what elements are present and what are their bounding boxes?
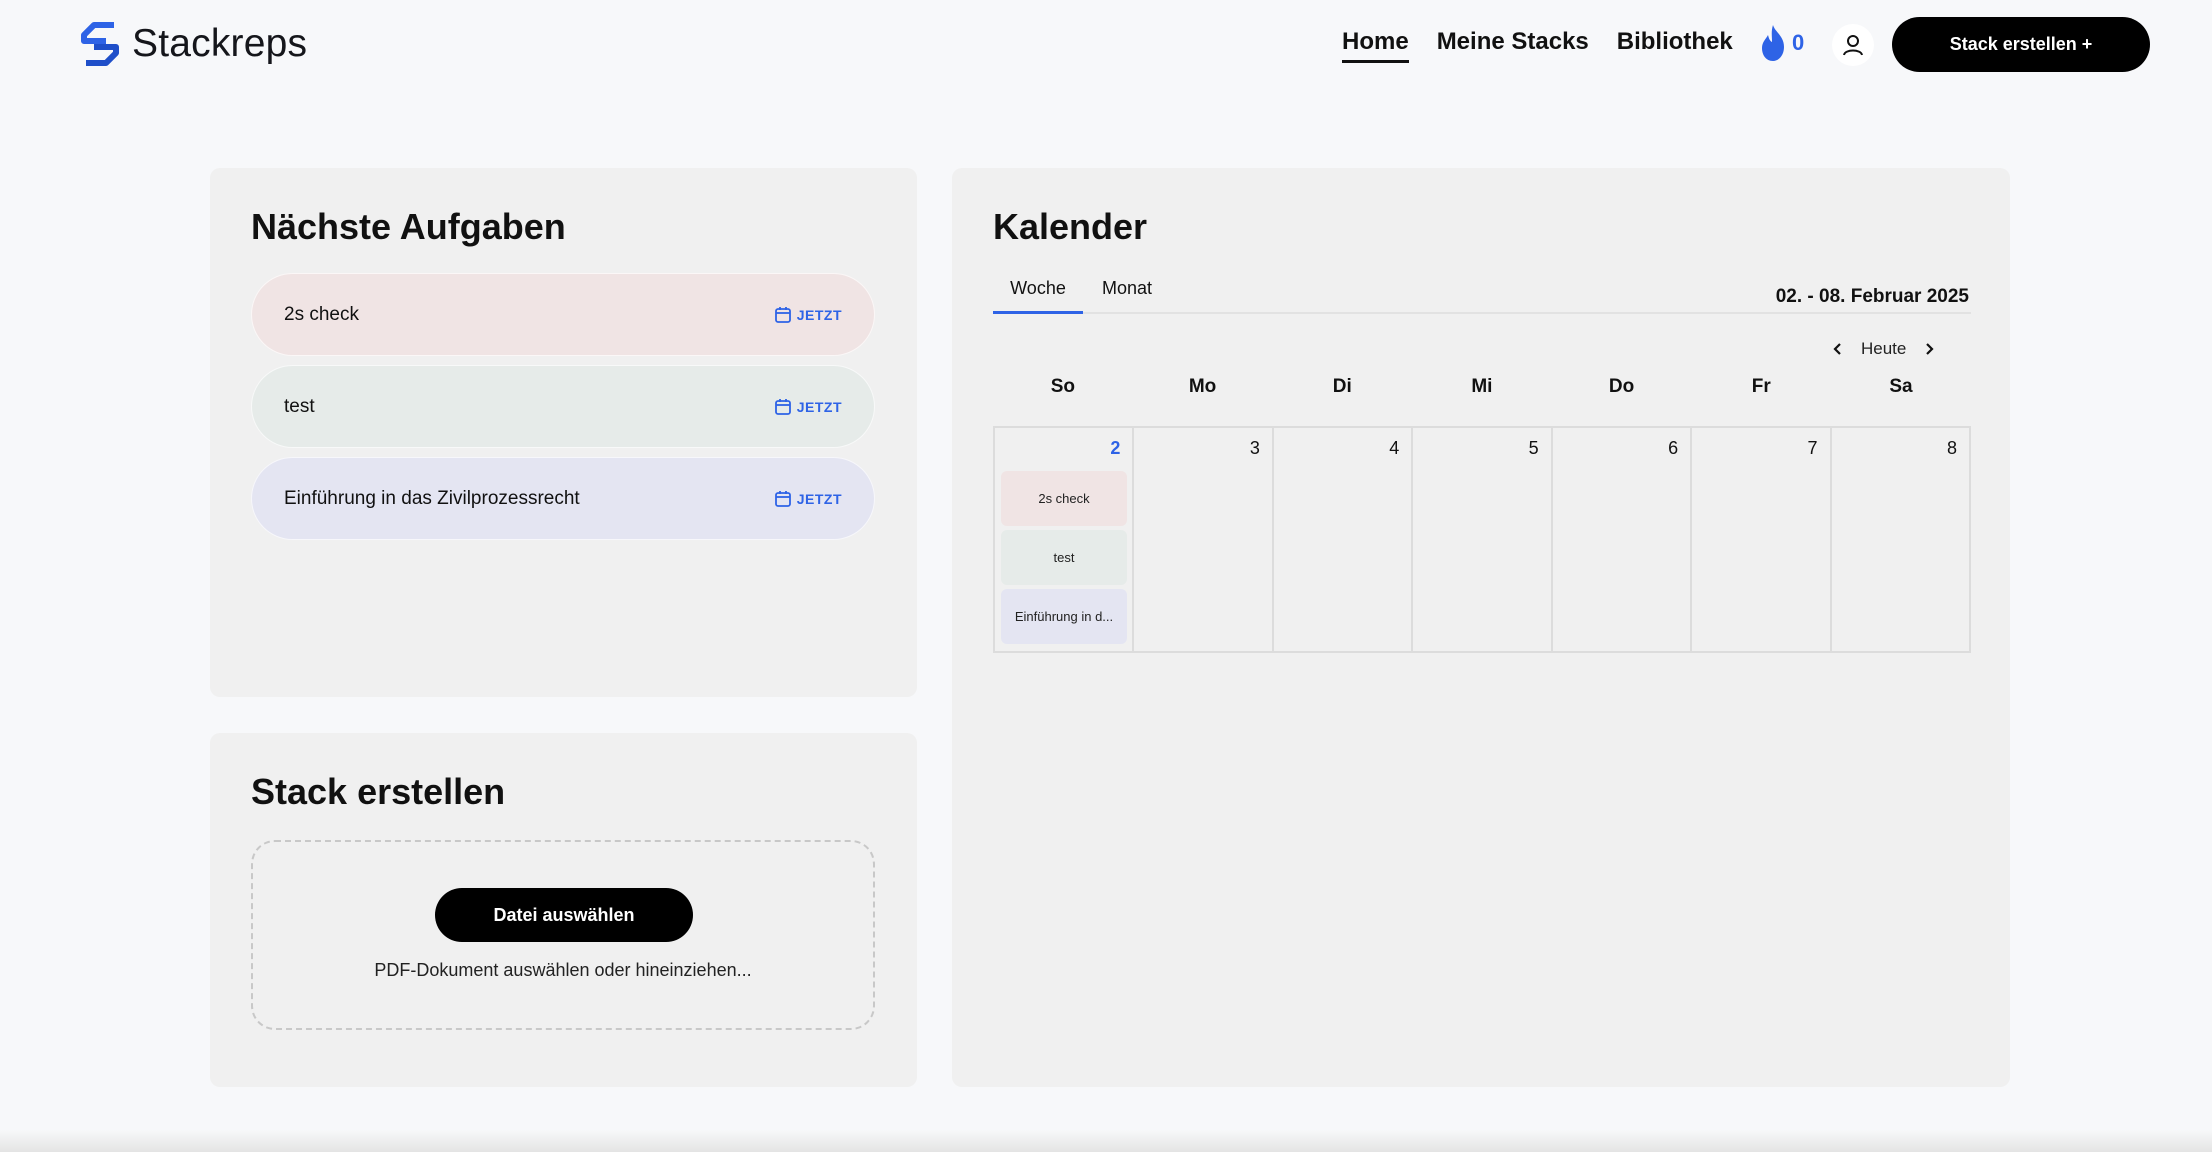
calendar-icon: [774, 398, 791, 415]
day-cell[interactable]: 5: [1413, 428, 1553, 651]
day-cell[interactable]: 4: [1274, 428, 1414, 651]
pdf-dropzone[interactable]: Datei auswählen PDF-Dokument auswählen o…: [251, 840, 875, 1030]
create-stack-card: Stack erstellen Datei auswählen PDF-Doku…: [210, 733, 917, 1087]
create-stack-title: Stack erstellen: [251, 771, 506, 812]
brand-name: Stackreps: [132, 22, 308, 65]
calendar-event[interactable]: test: [1001, 530, 1127, 585]
weekday-label: Di: [1332, 376, 1352, 397]
nav-link-meine-stacks[interactable]: Meine Stacks: [1437, 28, 1589, 63]
nav-link-home[interactable]: Home: [1342, 28, 1409, 63]
user-profile-button[interactable]: [1832, 24, 1874, 66]
task-item[interactable]: 2s check JETZT: [251, 273, 875, 356]
calendar-title: Kalender: [993, 206, 1148, 247]
task-item[interactable]: test JETZT: [251, 365, 875, 448]
day-number: 2: [1110, 438, 1121, 458]
today-button[interactable]: Heute: [1861, 339, 1906, 359]
weekday-header: So Mo Di Mi Do Fr Sa: [993, 376, 1971, 398]
top-navigation: Stackreps Home Meine Stacks Bibliothek 0…: [0, 0, 2212, 90]
weekday-label: Do: [1608, 376, 1635, 397]
calendar-event[interactable]: Einführung in d...: [1001, 589, 1127, 644]
chevron-left-icon[interactable]: [1829, 340, 1847, 358]
task-name: test: [284, 395, 315, 417]
choose-file-button[interactable]: Datei auswählen: [435, 888, 693, 942]
flame-icon: [1762, 25, 1784, 61]
task-due-label: JETZT: [796, 306, 842, 323]
calendar-event[interactable]: 2s check: [1001, 471, 1127, 526]
calendar-card: Kalender Woche Monat 02. - 08. Februar 2…: [952, 168, 2010, 1087]
task-due-label: JETZT: [796, 490, 842, 507]
day-cell[interactable]: 8: [1832, 428, 1969, 651]
dropzone-hint: PDF-Dokument auswählen oder hineinziehen…: [374, 960, 752, 980]
weekday-label: Mi: [1471, 376, 1493, 397]
nav-links: Home Meine Stacks Bibliothek: [1342, 28, 1761, 63]
task-item[interactable]: Einführung in das Zivilprozessrecht JETZ…: [251, 457, 875, 540]
week-grid: 2 2s check test Einführung in d... 3 4 5…: [993, 426, 1971, 653]
streak-count: 0: [1792, 30, 1805, 55]
task-due-label: JETZT: [796, 398, 842, 415]
calendar-icon: [774, 306, 791, 323]
tab-woche[interactable]: Woche: [993, 278, 1083, 314]
chevron-right-icon[interactable]: [1920, 340, 1938, 358]
streak-counter[interactable]: 0: [1758, 24, 1804, 62]
day-number: 7: [1807, 438, 1818, 458]
task-name: 2s check: [284, 303, 359, 325]
weekday-label: Sa: [1889, 376, 1913, 397]
create-stack-button[interactable]: Stack erstellen +: [1892, 17, 2150, 72]
next-tasks-title: Nächste Aufgaben: [251, 206, 566, 247]
calendar-navigation: Heute: [1829, 339, 1938, 359]
weekday-label: So: [1050, 376, 1075, 397]
day-number: 5: [1528, 438, 1539, 458]
day-number: 8: [1946, 438, 1957, 458]
day-cell[interactable]: 7: [1692, 428, 1832, 651]
weekday-label: Mo: [1188, 376, 1217, 397]
next-tasks-card: Nächste Aufgaben 2s check JETZT test JET…: [210, 168, 917, 697]
calendar-date-range: 02. - 08. Februar 2025: [1775, 286, 1969, 307]
weekday-label: Fr: [1751, 376, 1771, 397]
brand-logo[interactable]: Stackreps: [80, 21, 307, 67]
day-number: 6: [1668, 438, 1679, 458]
task-due: JETZT: [774, 398, 842, 416]
task-due: JETZT: [774, 306, 842, 324]
day-number: 4: [1389, 438, 1400, 458]
day-cell[interactable]: 3: [1134, 428, 1274, 651]
stackreps-logo-icon: [81, 22, 119, 66]
day-number: 3: [1249, 438, 1260, 458]
calendar-icon: [774, 490, 791, 507]
task-due: JETZT: [774, 490, 842, 508]
nav-link-bibliothek[interactable]: Bibliothek: [1617, 28, 1733, 63]
task-name: Einführung in das Zivilprozessrecht: [284, 487, 580, 509]
user-icon: [1843, 35, 1863, 56]
window-bottom-edge: [0, 1130, 2212, 1152]
day-cell[interactable]: 2 2s check test Einführung in d...: [995, 428, 1135, 651]
day-cell[interactable]: 6: [1553, 428, 1693, 651]
tab-monat[interactable]: Monat: [1102, 278, 1152, 314]
